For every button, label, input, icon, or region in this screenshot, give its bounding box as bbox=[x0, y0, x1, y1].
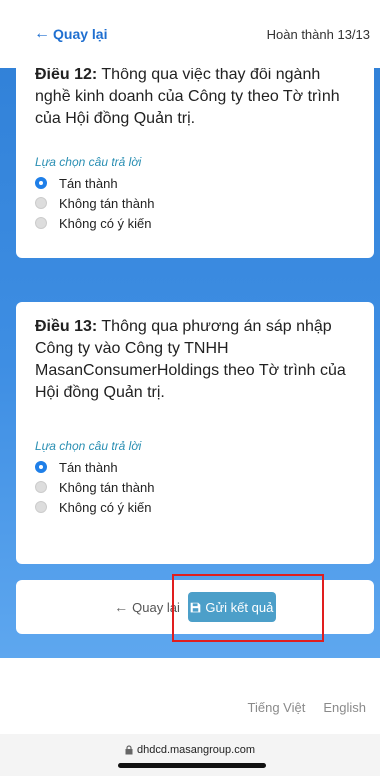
question-text: Điều 13: Thông qua phương án sáp nhập Cô… bbox=[35, 316, 356, 404]
url-text: dhdcd.masangroup.com bbox=[136, 744, 255, 756]
language-switcher: Tiếng Việt English bbox=[230, 700, 366, 715]
radio-checked-icon[interactable] bbox=[35, 461, 47, 473]
option-label: Tán thành bbox=[59, 459, 118, 475]
arrow-left-icon: ← bbox=[34, 25, 50, 42]
top-back-label: Quay lại bbox=[53, 26, 108, 42]
top-bar: ← Quay lại Hoàn thành 13/13 bbox=[0, 0, 380, 68]
option-label: Không có ý kiến bbox=[59, 215, 152, 231]
question-number: Điều 13: bbox=[35, 318, 98, 335]
question-number: Điều 12: bbox=[35, 66, 98, 83]
option-no-opinion[interactable]: Không có ý kiến bbox=[35, 213, 154, 233]
option-approve[interactable]: Tán thành bbox=[35, 457, 154, 477]
option-label: Tán thành bbox=[59, 175, 118, 191]
question-card-13: Điều 13: Thông qua phương án sáp nhập Cô… bbox=[16, 302, 374, 564]
language-vietnamese[interactable]: Tiếng Việt bbox=[248, 700, 306, 715]
option-label: Không có ý kiến bbox=[59, 499, 152, 515]
highlight-box bbox=[172, 574, 324, 642]
option-label: Không tán thành bbox=[59, 195, 155, 211]
radio-unchecked-icon[interactable] bbox=[35, 217, 47, 229]
lock-icon bbox=[125, 745, 133, 755]
question-text: Điều 12: Thông qua việc thay đổi ngành n… bbox=[35, 64, 356, 130]
back-button[interactable]: ← Quay lại bbox=[114, 599, 180, 615]
top-back-link[interactable]: ← Quay lại bbox=[34, 25, 107, 43]
radio-unchecked-icon[interactable] bbox=[35, 481, 47, 493]
radio-checked-icon[interactable] bbox=[35, 177, 47, 189]
language-english[interactable]: English bbox=[323, 700, 366, 715]
arrow-left-icon: ← bbox=[114, 599, 129, 615]
progress-status: Hoàn thành 13/13 bbox=[266, 26, 370, 42]
choice-label: Lựa chọn câu trả lời bbox=[35, 439, 142, 453]
answer-options: Lựa chọn câu trả lời Tán thành Không tán… bbox=[35, 439, 154, 517]
home-indicator bbox=[118, 763, 266, 768]
option-disapprove[interactable]: Không tán thành bbox=[35, 193, 154, 213]
choice-label: Lựa chọn câu trả lời bbox=[35, 155, 142, 169]
browser-url-bar[interactable]: dhdcd.masangroup.com bbox=[0, 734, 380, 776]
option-disapprove[interactable]: Không tán thành bbox=[35, 477, 154, 497]
radio-unchecked-icon[interactable] bbox=[35, 197, 47, 209]
option-no-opinion[interactable]: Không có ý kiến bbox=[35, 497, 154, 517]
radio-unchecked-icon[interactable] bbox=[35, 501, 47, 513]
option-label: Không tán thành bbox=[59, 479, 155, 495]
option-approve[interactable]: Tán thành bbox=[35, 173, 154, 193]
answer-options: Lựa chọn câu trả lời Tán thành Không tán… bbox=[35, 155, 154, 233]
